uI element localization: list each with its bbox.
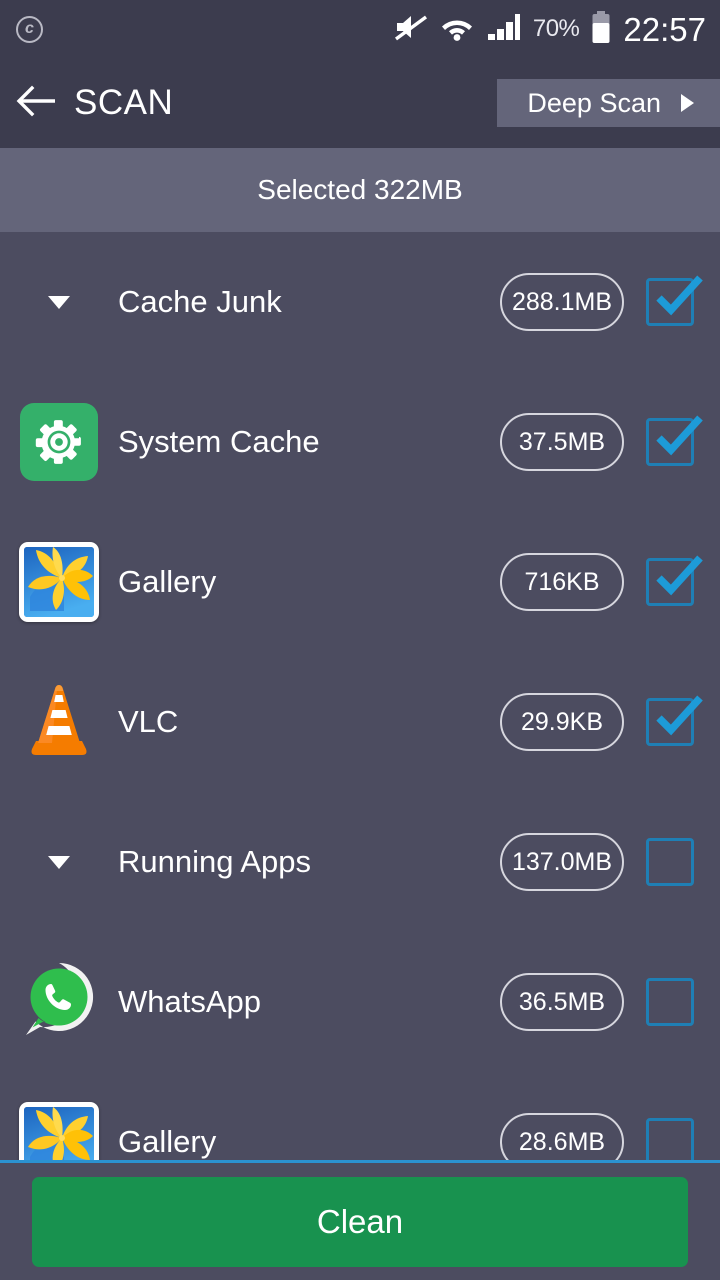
app-bar: SCAN Deep Scan: [0, 58, 720, 148]
bottom-bar: Clean: [0, 1163, 720, 1280]
checkmark-icon: [650, 549, 706, 605]
list-item-size-badge: 37.5MB: [500, 413, 624, 471]
list-item-system-cache[interactable]: System Cache 37.5MB: [0, 372, 720, 512]
list-item-size-badge: 716KB: [500, 553, 624, 611]
app-icon-wrap: [0, 403, 118, 481]
battery-percent-label: 70%: [532, 15, 580, 42]
deep-scan-button[interactable]: Deep Scan: [497, 79, 720, 127]
group-label: Running Apps: [118, 844, 312, 879]
group-header-running-apps[interactable]: Running Apps 137.0MB: [0, 792, 720, 932]
status-bar-right: 70% 22:57: [394, 10, 706, 49]
list-item-checkbox[interactable]: [646, 978, 694, 1026]
app-icon-wrap: [0, 679, 118, 766]
list-item-checkbox[interactable]: [646, 555, 703, 606]
selected-summary-bar: Selected 322MB: [0, 148, 720, 232]
whatsapp-icon: [18, 959, 100, 1046]
checkmark-icon: [650, 689, 706, 745]
app-icon-wrap: [0, 959, 118, 1046]
caret-down-icon: [48, 295, 70, 309]
group-checkbox[interactable]: [646, 275, 703, 326]
expand-toggle-running-apps[interactable]: [0, 855, 118, 869]
back-arrow-icon: [16, 85, 58, 122]
chevron-right-icon: [681, 94, 694, 112]
list-item-checkbox[interactable]: [646, 415, 703, 466]
list-item-label: Gallery: [118, 1124, 217, 1159]
status-bar: c 70% 22:57: [0, 0, 720, 58]
list-item-checkbox[interactable]: [646, 695, 703, 746]
page-title: SCAN: [74, 83, 174, 122]
wifi-icon: [439, 13, 475, 46]
circled-c-icon: c: [16, 15, 43, 43]
mute-icon: [394, 12, 428, 47]
expand-toggle-cache-junk[interactable]: [0, 295, 118, 309]
vlc-cone-icon: [18, 679, 100, 766]
checkmark-icon: [650, 269, 706, 325]
back-button[interactable]: [0, 58, 74, 148]
app-icon-wrap: [0, 542, 118, 622]
gallery-icon: [19, 542, 99, 622]
battery-icon: [590, 10, 612, 49]
group-checkbox[interactable]: [646, 838, 694, 886]
deep-scan-label: Deep Scan: [527, 87, 661, 118]
gear-icon: [20, 403, 98, 481]
cellular-signal-icon: [486, 12, 522, 47]
phone-screen: c 70% 22:57 SCAN Deep Scan Selected 322M…: [0, 0, 720, 1280]
list-item-vlc[interactable]: VLC 29.9KB: [0, 652, 720, 792]
status-bar-left: c: [16, 15, 43, 43]
caret-down-icon: [48, 855, 70, 869]
list-item-checkbox[interactable]: [646, 1118, 694, 1166]
group-label: Cache Junk: [118, 284, 282, 319]
group-size-badge: 288.1MB: [500, 273, 624, 331]
list-item-label: WhatsApp: [118, 984, 262, 1019]
group-size-badge: 137.0MB: [500, 833, 624, 891]
list-item-size-badge: 29.9KB: [500, 693, 624, 751]
selected-summary-label: Selected 322MB: [257, 174, 463, 205]
list-item-whatsapp[interactable]: WhatsApp 36.5MB: [0, 932, 720, 1072]
list-item-gallery-cache[interactable]: Gallery 716KB: [0, 512, 720, 652]
scan-result-list: Cache Junk 288.1MB System Cache 37.5MB G…: [0, 232, 720, 1182]
list-item-size-badge: 36.5MB: [500, 973, 624, 1031]
list-item-label: Gallery: [118, 564, 217, 599]
status-bar-clock: 22:57: [623, 10, 706, 48]
checkmark-icon: [650, 409, 706, 465]
list-item-label: System Cache: [118, 424, 320, 459]
list-item-label: VLC: [118, 704, 179, 739]
clean-button[interactable]: Clean: [32, 1176, 688, 1267]
group-header-cache-junk[interactable]: Cache Junk 288.1MB: [0, 232, 720, 372]
